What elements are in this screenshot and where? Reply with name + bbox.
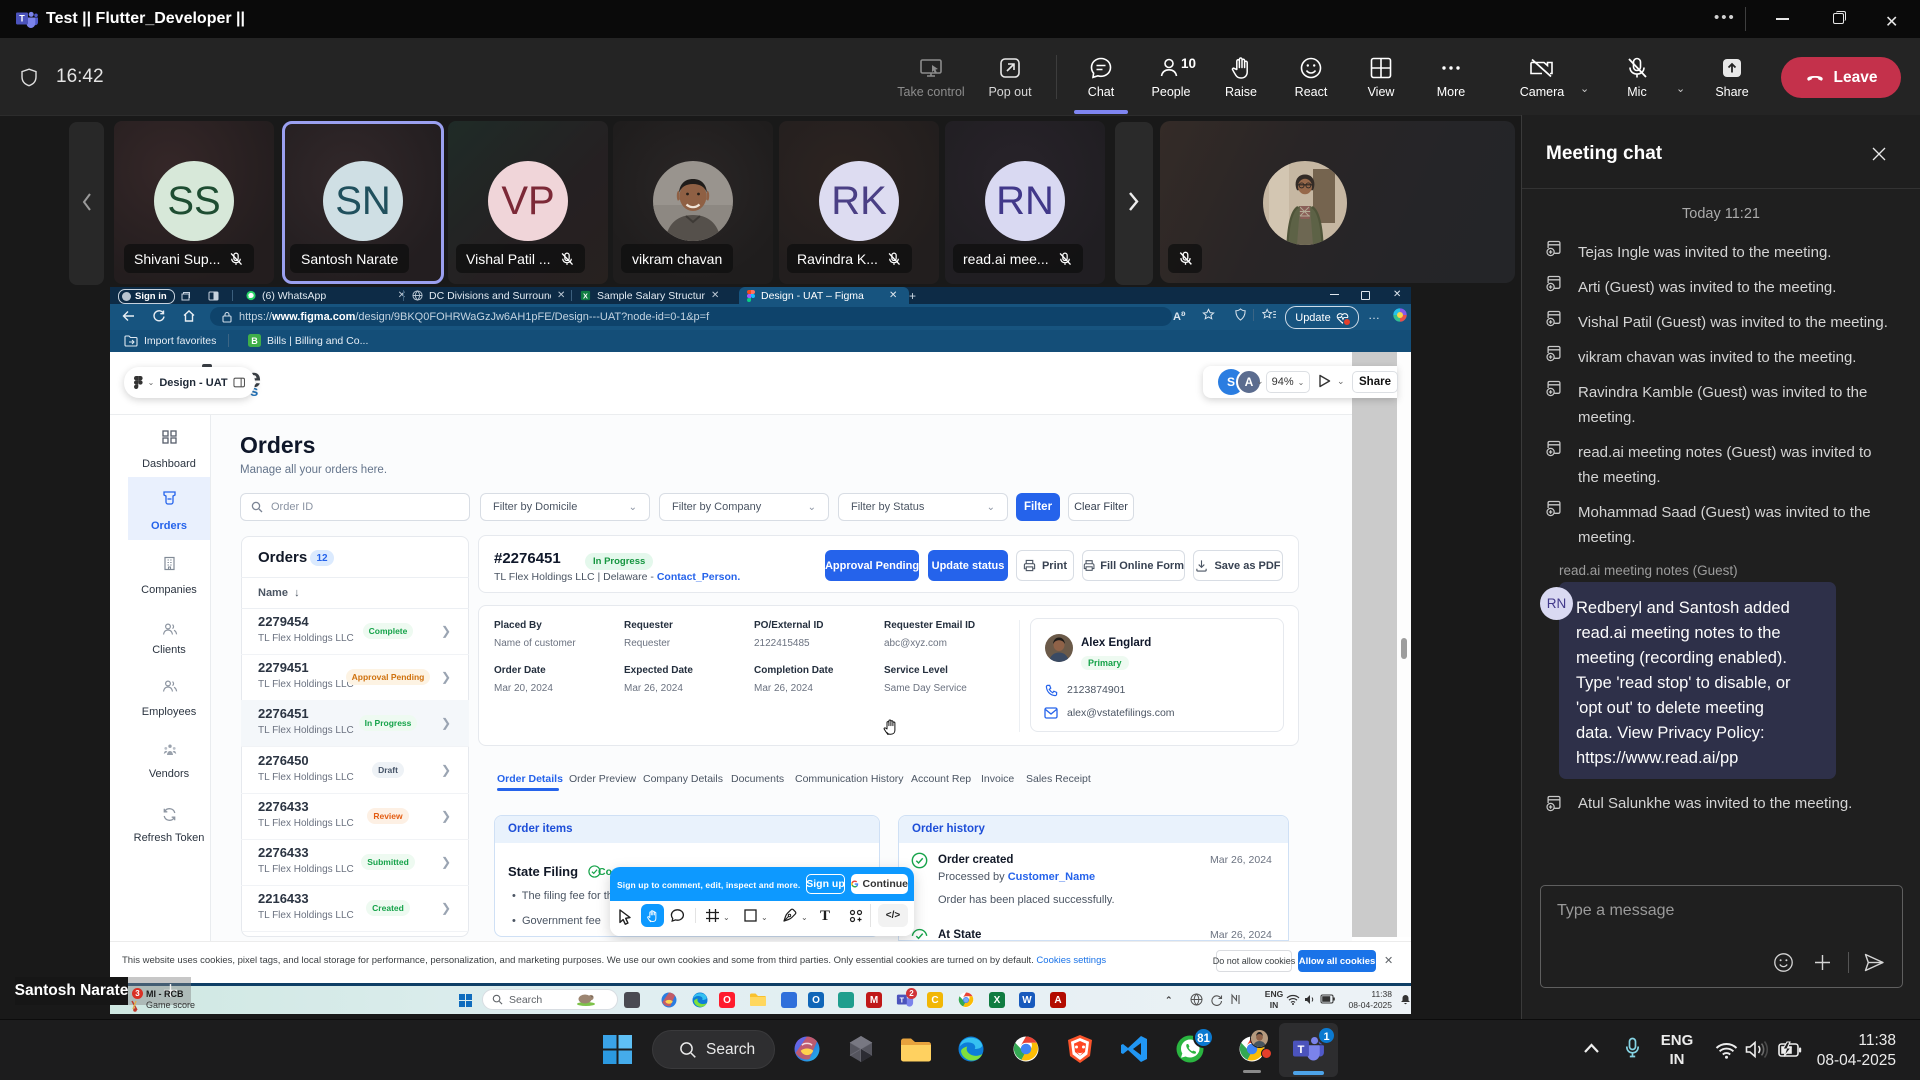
svg-text:T: T <box>19 14 25 24</box>
svg-text:T: T <box>900 995 905 1004</box>
svg-text:X: X <box>583 291 588 300</box>
svg-text:T: T <box>1298 1044 1305 1056</box>
svg-text:B: B <box>251 336 258 346</box>
